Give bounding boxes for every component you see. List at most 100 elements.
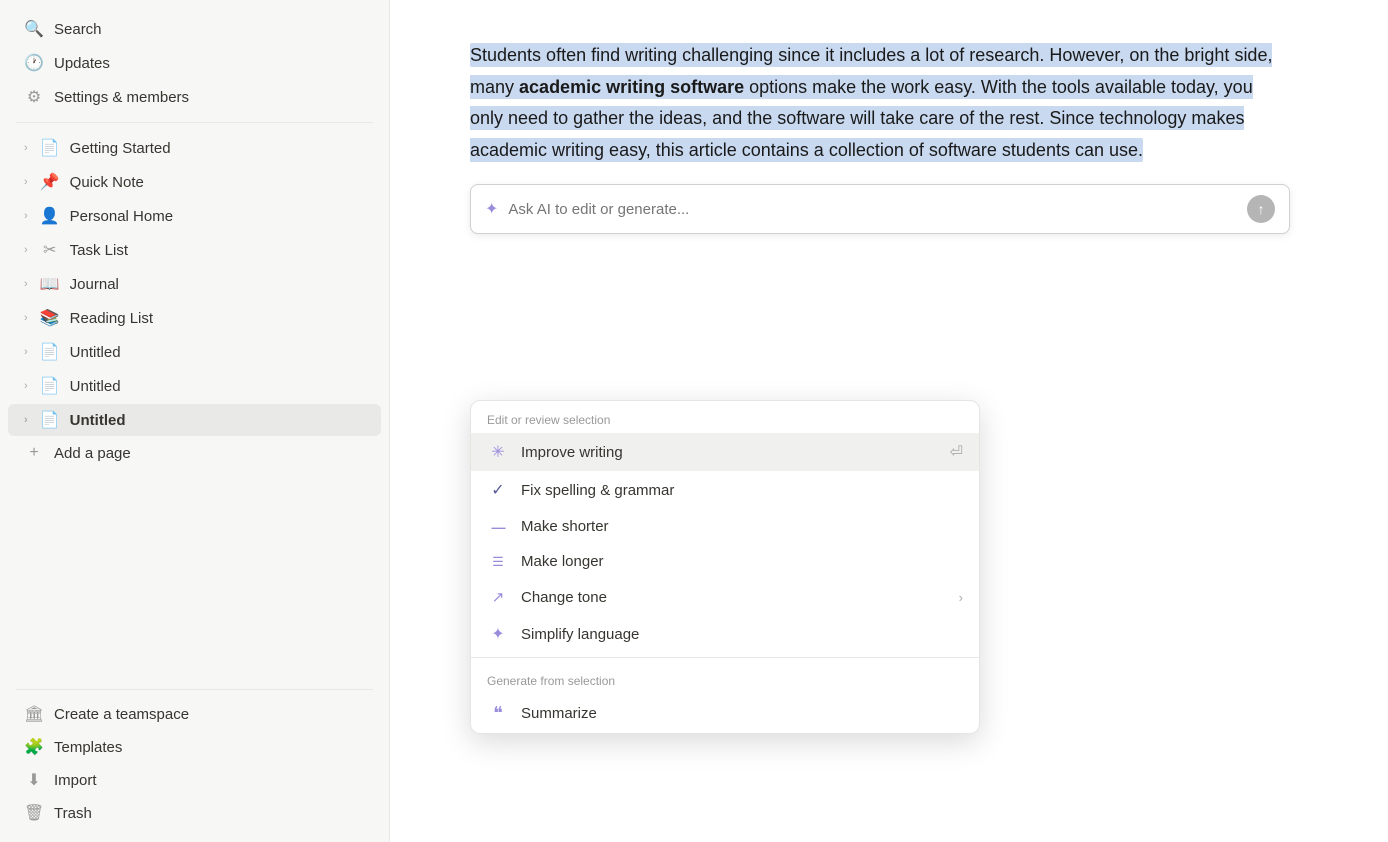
- trash-label: Trash: [54, 805, 92, 822]
- chevron-icon: ›: [24, 380, 28, 392]
- menu-item-label: Summarize: [521, 705, 963, 722]
- sidebar-item-untitled-1[interactable]: › 📄 Untitled: [8, 336, 381, 368]
- sidebar-item-label: Reading List: [70, 310, 153, 327]
- change-tone-icon: ↗: [487, 588, 509, 606]
- ai-menu-item-make-shorter[interactable]: — Make shorter: [471, 509, 979, 544]
- summarize-icon: ❝: [487, 703, 509, 724]
- ai-menu-divider: [471, 657, 979, 658]
- sidebar: 🔍 Search 🕐 Updates ⚙ Settings & members …: [0, 0, 390, 842]
- enter-hint-icon: ⏎: [950, 442, 963, 462]
- chevron-icon: ›: [24, 244, 28, 256]
- sidebar-item-label: Task List: [70, 242, 128, 259]
- clock-icon: 🕐: [24, 53, 44, 73]
- menu-item-label: Improve writing: [521, 444, 938, 461]
- sidebar-item-label: Untitled: [70, 378, 121, 395]
- sidebar-updates-label: Updates: [54, 55, 110, 72]
- ai-dropdown-menu: Edit or review selection ✳ Improve writi…: [470, 400, 980, 734]
- doc-icon: 📄: [40, 410, 60, 430]
- add-page-label: Add a page: [54, 445, 131, 462]
- sidebar-item-untitled-2[interactable]: › 📄 Untitled: [8, 370, 381, 402]
- simplify-icon: ✦: [487, 624, 509, 644]
- chevron-icon: ›: [24, 414, 28, 426]
- ai-menu-item-simplify-language[interactable]: ✦ Simplify language: [471, 615, 979, 653]
- editor-area[interactable]: Students often find writing challenging …: [390, 0, 1388, 842]
- chevron-icon: ›: [24, 278, 28, 290]
- sidebar-search[interactable]: 🔍 Search: [8, 13, 381, 45]
- ai-send-button[interactable]: ↑: [1247, 195, 1275, 223]
- ai-menu-item-change-tone[interactable]: ↗ Change tone ›: [471, 579, 979, 615]
- sparkle-icon: ✳: [487, 442, 509, 462]
- menu-item-label: Change tone: [521, 589, 947, 606]
- sidebar-item-untitled-3[interactable]: › 📄 Untitled: [8, 404, 381, 436]
- sidebar-item-journal[interactable]: › 📖 Journal: [8, 268, 381, 300]
- gear-icon: ⚙: [24, 87, 44, 107]
- generate-section-label: Generate from selection: [471, 662, 979, 694]
- menu-item-label: Make shorter: [521, 518, 963, 535]
- sidebar-bottom: 🏛 Create a teamspace 🧩 Templates ⬇ Impor…: [0, 673, 389, 830]
- sidebar-item-label: Getting Started: [70, 140, 171, 157]
- chevron-icon: ›: [24, 176, 28, 188]
- sidebar-settings[interactable]: ⚙ Settings & members: [8, 81, 381, 113]
- menu-item-label: Simplify language: [521, 626, 963, 643]
- pin-icon: 📌: [40, 172, 60, 192]
- sidebar-item-task-list[interactable]: › ✂ Task List: [8, 234, 381, 266]
- create-teamspace-label: Create a teamspace: [54, 706, 189, 723]
- scissors-icon: ✂: [40, 240, 60, 260]
- sidebar-item-label: Personal Home: [70, 208, 173, 225]
- chevron-icon: ›: [24, 142, 28, 154]
- search-icon: 🔍: [24, 19, 44, 39]
- main-content: Students often find writing challenging …: [390, 0, 1388, 842]
- doc-icon: 📄: [40, 138, 60, 158]
- ai-menu-item-summarize[interactable]: ❝ Summarize: [471, 694, 979, 733]
- sidebar-divider-1: [16, 122, 373, 123]
- ai-menu-item-fix-spelling[interactable]: ✓ Fix spelling & grammar: [471, 471, 979, 509]
- sidebar-trash[interactable]: 🗑 Trash: [8, 797, 381, 829]
- sidebar-item-quick-note[interactable]: › 📌 Quick Note: [8, 166, 381, 198]
- check-icon: ✓: [487, 480, 509, 500]
- add-page-button[interactable]: + Add a page: [8, 438, 381, 468]
- plus-icon: +: [24, 444, 44, 462]
- menu-item-label: Make longer: [521, 553, 963, 570]
- sidebar-search-label: Search: [54, 21, 102, 38]
- teamspace-icon: 🏛: [24, 704, 44, 724]
- ai-menu-item-make-longer[interactable]: ☰ Make longer: [471, 544, 979, 579]
- ai-prompt-bar[interactable]: ✦ ↑: [470, 184, 1290, 234]
- doc-icon: 📄: [40, 376, 60, 396]
- ai-menu-item-improve-writing[interactable]: ✳ Improve writing ⏎: [471, 433, 979, 471]
- reading-list-icon: 📚: [40, 308, 60, 328]
- sidebar-item-label: Untitled: [70, 412, 126, 429]
- sidebar-create-teamspace[interactable]: 🏛 Create a teamspace: [8, 698, 381, 730]
- ai-sparkle-icon: ✦: [485, 199, 498, 219]
- chevron-right-icon: ›: [959, 590, 963, 605]
- person-icon: 👤: [40, 206, 60, 226]
- sidebar-item-label: Journal: [70, 276, 119, 293]
- templates-label: Templates: [54, 739, 122, 756]
- send-icon: ↑: [1258, 201, 1265, 217]
- edit-section-label: Edit or review selection: [471, 401, 979, 433]
- sidebar-import[interactable]: ⬇ Import: [8, 764, 381, 796]
- import-icon: ⬇: [24, 770, 44, 790]
- sidebar-templates[interactable]: 🧩 Templates: [8, 731, 381, 763]
- sidebar-settings-label: Settings & members: [54, 89, 189, 106]
- make-shorter-icon: —: [487, 519, 509, 535]
- book-icon: 📖: [40, 274, 60, 294]
- bold-text: academic writing software: [519, 77, 744, 97]
- doc-icon: 📄: [40, 342, 60, 362]
- import-label: Import: [54, 772, 97, 789]
- sidebar-item-label: Quick Note: [70, 174, 144, 191]
- sidebar-divider-2: [16, 689, 373, 690]
- chevron-icon: ›: [24, 312, 28, 324]
- make-longer-icon: ☰: [487, 554, 509, 570]
- chevron-icon: ›: [24, 346, 28, 358]
- page-text-block: Students often find writing challenging …: [470, 40, 1290, 166]
- ai-prompt-input[interactable]: [508, 201, 1237, 218]
- menu-item-label: Fix spelling & grammar: [521, 482, 963, 499]
- sidebar-item-reading-list[interactable]: › 📚 Reading List: [8, 302, 381, 334]
- sidebar-item-personal-home[interactable]: › 👤 Personal Home: [8, 200, 381, 232]
- selected-text: Students often find writing challenging …: [470, 43, 1272, 162]
- chevron-icon: ›: [24, 210, 28, 222]
- sidebar-item-getting-started[interactable]: › 📄 Getting Started: [8, 132, 381, 164]
- templates-icon: 🧩: [24, 737, 44, 757]
- sidebar-item-label: Untitled: [70, 344, 121, 361]
- sidebar-updates[interactable]: 🕐 Updates: [8, 47, 381, 79]
